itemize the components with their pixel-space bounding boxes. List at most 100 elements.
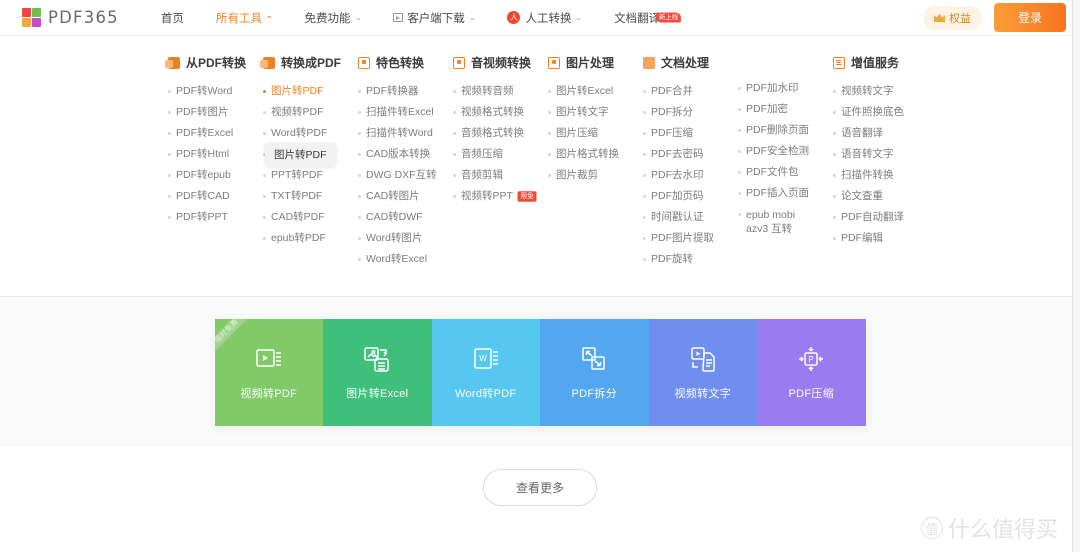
menu-item[interactable]: DWG DXF互转 [358, 169, 453, 182]
nav-item-free[interactable]: 免费功能 ⌄ [289, 10, 378, 26]
nav-item-manual-convert[interactable]: 人 人工转换 ⌄ [491, 10, 598, 26]
tool-card-label: 视频转文字 [674, 388, 731, 400]
menu-column-doc-process-continued: PDF加水印 PDF加密 PDF删除页面 PDF安全检测 PDF文件包 PDF插… [738, 54, 833, 274]
menu-item[interactable]: 图片压缩 [548, 127, 643, 140]
menu-item[interactable]: PDF旋转 [643, 253, 738, 266]
menu-item[interactable]: 图片裁剪 [548, 169, 643, 182]
menu-item[interactable]: CAD转图片 [358, 190, 453, 203]
menu-item[interactable]: PDF加密 [738, 103, 833, 116]
menu-item[interactable]: PDF转PPT [168, 211, 263, 224]
bullet-icon [263, 111, 266, 114]
menu-item[interactable]: 图片转文字 [548, 106, 643, 119]
tool-card-label: 图片转Excel [346, 388, 409, 400]
menu-item[interactable]: 语音翻译 [833, 127, 928, 140]
view-more-button[interactable]: 查看更多 [482, 469, 597, 506]
benefit-button[interactable]: 权益 [922, 5, 982, 30]
page-root: PDF365 首页 所有工具 ⌄ 免费功能 ⌄ 客户端下载 ⌄ 人 人工转换 ⌄… [0, 0, 1080, 552]
menu-item[interactable]: CAD转DWF [358, 211, 453, 224]
bullet-icon [358, 111, 361, 114]
menu-item[interactable]: PDF压缩 [643, 127, 738, 140]
nav-item-all-tools[interactable]: 所有工具 ⌄ [200, 10, 289, 26]
menu-item[interactable]: 扫描件转换 [833, 169, 928, 182]
menu-item[interactable]: epub mobi azv3 互转 [738, 208, 833, 236]
tool-card-word-to-pdf[interactable]: W Word转PDF [431, 319, 540, 426]
menu-item[interactable]: Word转Excel [358, 253, 453, 266]
mega-menu-panel: 从PDF转换 PDF转Word PDF转图片 PDF转Excel PDF转Htm… [0, 36, 1080, 297]
tool-card-video-to-text[interactable]: 视频转文字 [648, 319, 757, 426]
menu-item-selected[interactable]: 图片转PDF [263, 85, 358, 98]
menu-item[interactable]: 图片转Excel [548, 85, 643, 98]
bullet-icon [358, 195, 361, 198]
menu-item[interactable]: 视频转PPT 限免 [453, 190, 548, 203]
menu-item[interactable]: PDF拆分 [643, 106, 738, 119]
menu-item[interactable]: 视频转文字 [833, 85, 928, 98]
tool-card-video-to-pdf[interactable]: 限时免费 视频转PDF [214, 319, 323, 426]
menu-item[interactable]: PDF编辑 [833, 232, 928, 245]
more-section: 查看更多 [0, 447, 1080, 506]
menu-item[interactable]: 视频转PDF [263, 106, 358, 119]
nav-item-home[interactable]: 首页 [145, 10, 200, 26]
menu-item[interactable]: 音频压缩 [453, 148, 548, 161]
menu-item[interactable]: PDF合并 [643, 85, 738, 98]
menu-item[interactable]: PDF转CAD [168, 190, 263, 203]
menu-item[interactable]: 音频格式转换 [453, 127, 548, 140]
login-button[interactable]: 登录 [993, 3, 1066, 32]
menu-column-image-process: 图片处理 图片转Excel 图片转文字 图片压缩 图片格式转换 图片裁剪 [548, 54, 643, 274]
menu-item[interactable]: 视频转音频 [453, 85, 548, 98]
menu-item[interactable]: PDF转图片 [168, 106, 263, 119]
nav-label-doc-translate: 文档翻译 [614, 12, 661, 25]
bullet-icon [453, 111, 456, 114]
video-to-text-icon [688, 344, 718, 374]
menu-item[interactable]: 视频格式转换 [453, 106, 548, 119]
page-scrollbar[interactable] [1072, 0, 1080, 552]
nav-item-client-download[interactable]: 客户端下载 ⌄ [377, 10, 491, 26]
tool-card-pdf-split[interactable]: PDF拆分 [540, 319, 649, 426]
bullet-icon [358, 132, 361, 135]
menu-item[interactable]: PDF自动翻译 [833, 211, 928, 224]
tool-card-pdf-compress[interactable]: P PDF压缩 [757, 319, 866, 426]
menu-item[interactable]: PDF图片提取 [643, 232, 738, 245]
bullet-icon [643, 216, 646, 219]
menu-item[interactable]: PDF转Word [168, 85, 263, 98]
menu-item[interactable]: 扫描件转Word [358, 127, 453, 140]
menu-item[interactable]: 证件照换底色 [833, 106, 928, 119]
tool-card-image-to-excel[interactable]: 图片转Excel [323, 319, 432, 426]
logo-squares-icon [22, 8, 41, 27]
menu-item[interactable]: CAD版本转换 [358, 148, 453, 161]
menu-column-header: 图片处理 [548, 54, 643, 71]
menu-item[interactable]: CAD转PDF [263, 211, 358, 224]
nav-item-doc-translate[interactable]: 文档翻译 新上线 [598, 10, 682, 26]
menu-item[interactable]: PDF安全检测 [738, 145, 833, 158]
menu-item[interactable]: 图片格式转换 [548, 148, 643, 161]
watermark-text: 什么值得买 [947, 517, 1058, 542]
menu-column-from-pdf: 从PDF转换 PDF转Word PDF转图片 PDF转Excel PDF转Htm… [165, 54, 263, 274]
menu-item[interactable]: PDF加页码 [643, 190, 738, 203]
menu-item[interactable]: 扫描件转Excel [358, 106, 453, 119]
menu-item[interactable]: PDF去密码 [643, 148, 738, 161]
menu-item[interactable]: PDF转Excel [168, 127, 263, 140]
menu-item[interactable]: 论文查重 [833, 190, 928, 203]
menu-column-header: 文档处理 [643, 54, 738, 71]
menu-item[interactable]: PDF去水印 [643, 169, 738, 182]
bullet-icon [833, 174, 836, 177]
menu-item[interactable]: PDF文件包 [738, 166, 833, 179]
tool-card-label: PDF压缩 [788, 388, 834, 400]
brand-logo[interactable]: PDF365 [22, 8, 119, 27]
menu-item[interactable]: Word转图片 [358, 232, 453, 245]
menu-item[interactable]: 语音转文字 [833, 148, 928, 161]
menu-item[interactable]: PDF加水印 [738, 82, 833, 95]
menu-item[interactable]: 音频剪辑 [453, 169, 548, 182]
menu-column-title: 文档处理 [661, 56, 710, 70]
menu-item[interactable]: epub转PDF [263, 232, 358, 245]
menu-item[interactable]: TXT转PDF [263, 190, 358, 203]
menu-item[interactable]: 时间戳认证 [643, 211, 738, 224]
menu-item[interactable]: PPT转PDF [263, 169, 358, 182]
menu-item[interactable]: PDF插入页面 [738, 187, 833, 200]
bullet-icon [453, 132, 456, 135]
menu-item[interactable]: PDF转Html [168, 148, 263, 161]
limited-free-ribbon: 限时免费 [214, 319, 254, 359]
menu-item[interactable]: PDF删除页面 [738, 124, 833, 137]
menu-item[interactable]: PDF转换器 [358, 85, 453, 98]
menu-item[interactable]: PDF转epub [168, 169, 263, 182]
menu-item[interactable]: Word转PDF [263, 127, 358, 140]
